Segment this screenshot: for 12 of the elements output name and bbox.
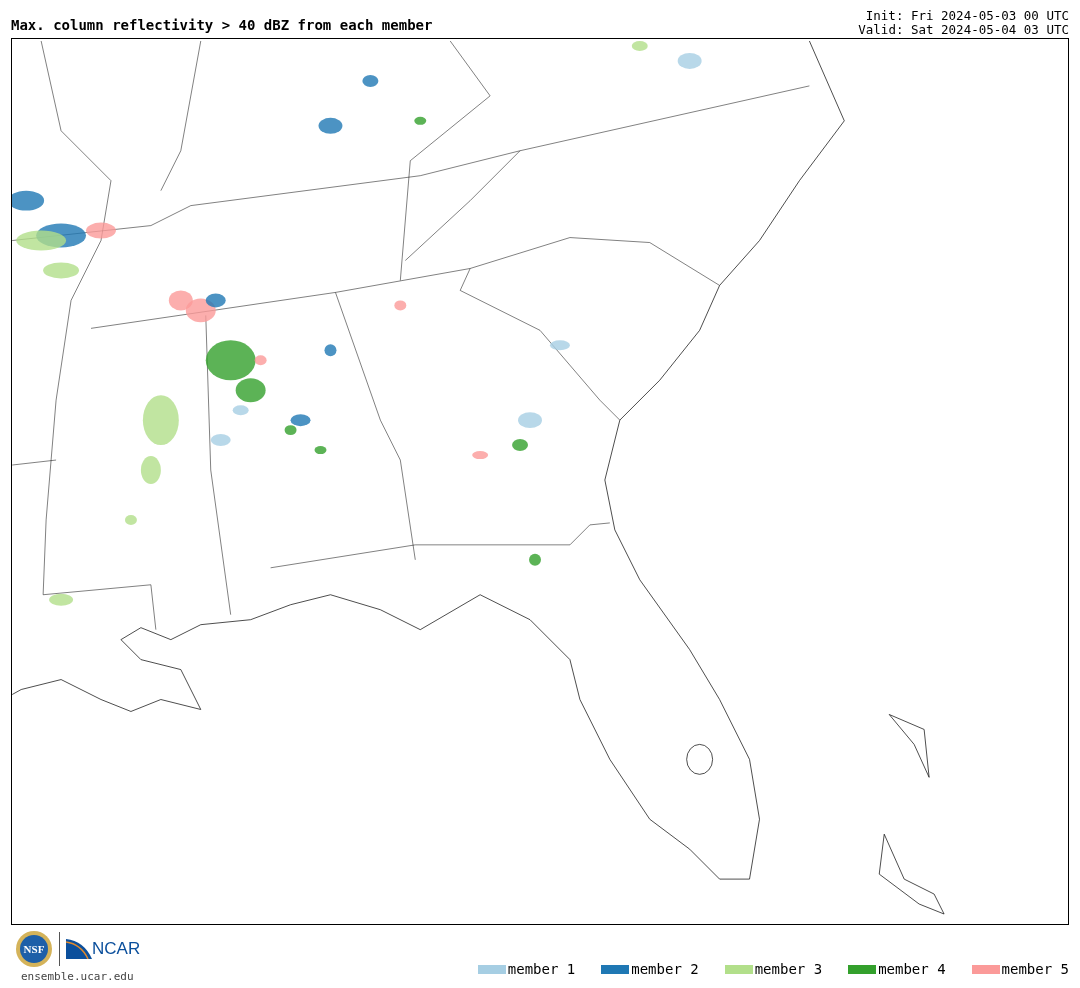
ncar-logo-text: NCAR	[92, 939, 141, 959]
init-time: Init: Fri 2024-05-03 00 UTC	[864, 9, 1069, 23]
site-url: ensemble.ucar.edu	[21, 970, 135, 983]
nsf-logo-text: NSF	[23, 943, 45, 955]
legend-label: member 5	[1001, 961, 1069, 977]
valid-time: Valid: Sat 2024-05-04 03 UTC	[858, 23, 1069, 37]
legend-label: member 3	[754, 961, 823, 977]
legend-label: member 2	[631, 961, 699, 977]
legend-label: member 4	[878, 961, 946, 977]
legend-label: member 1	[507, 961, 576, 977]
ncar-swoosh-icon	[66, 939, 92, 959]
chart-title: Max. column reflectivity > 40 dBZ from each member	[11, 17, 433, 35]
